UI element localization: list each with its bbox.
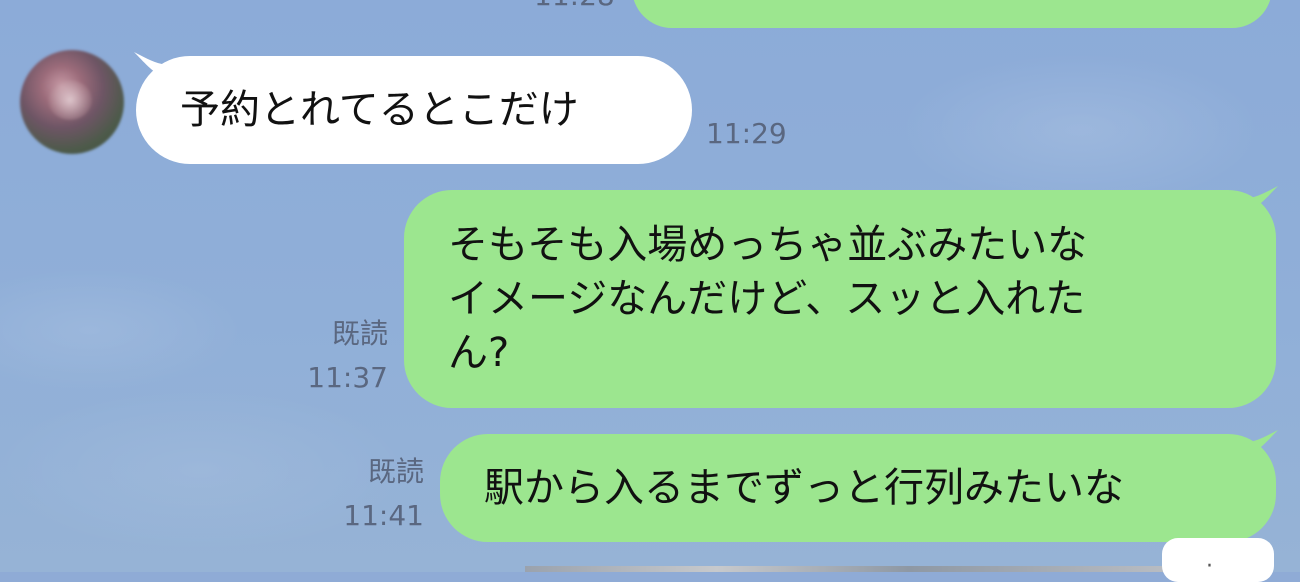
read-receipt-1: 既読 11:37 (300, 316, 388, 396)
message-time: 11:41 (343, 499, 424, 532)
image-message-preview[interactable] (525, 566, 1165, 572)
previous-outgoing-bubble[interactable] (632, 0, 1272, 28)
incoming-message-bubble[interactable]: 予約とれてるとこだけ (136, 56, 692, 164)
message-time: 11:37 (307, 361, 388, 394)
previous-message-time: 11:28 (534, 0, 615, 10)
read-label: 既読 (367, 455, 424, 488)
message-line: そもそも入場めっちゃ並ぶみたいな (448, 222, 1088, 268)
outgoing-message-bubble[interactable]: 駅から入るまでずっと行列みたいな (440, 434, 1276, 542)
contact-avatar[interactable] (20, 50, 124, 154)
incoming-message-text: 予約とれてるとこだけ (180, 87, 579, 133)
message-line: ん? (448, 330, 510, 376)
next-message-card[interactable]: · (1162, 538, 1274, 582)
outgoing-bubble-tail (1250, 430, 1278, 454)
avatar-image (48, 80, 92, 120)
read-label: 既読 (331, 317, 388, 350)
message-line: イメージなんだけど、スッと入れた (448, 276, 1086, 322)
incoming-message-time: 11:29 (706, 117, 787, 150)
more-icon: · (1206, 554, 1213, 579)
outgoing-message-bubble[interactable]: そもそも入場めっちゃ並ぶみたいな イメージなんだけど、スッと入れた ん? (404, 190, 1276, 408)
read-receipt-2: 既読 11:41 (336, 454, 424, 534)
outgoing-message-text: 駅から入るまでずっと行列みたいな (484, 465, 1124, 511)
outgoing-bubble-tail (1250, 186, 1278, 210)
